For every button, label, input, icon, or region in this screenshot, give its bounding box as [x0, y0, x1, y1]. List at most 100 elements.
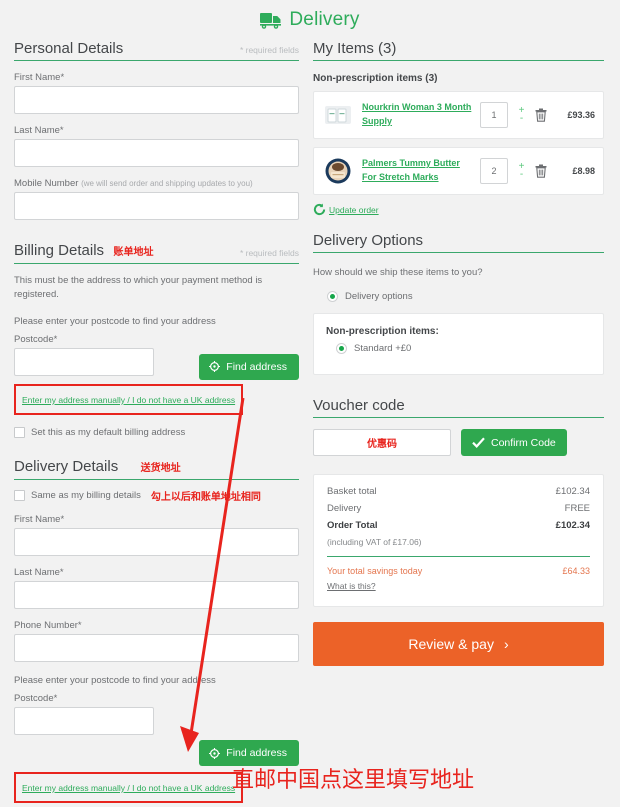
basket-total-value: £102.34 [555, 486, 590, 498]
order-total-label: Order Total [327, 520, 378, 532]
standard-delivery-label: Standard +£0 [354, 343, 412, 355]
right-column: My Items (3) Non-prescription items (3) … [313, 40, 604, 807]
chevron-right-icon: › [503, 636, 509, 653]
personal-mobile-number-input[interactable] [14, 192, 299, 220]
delivery-last-name-input[interactable] [14, 580, 299, 609]
review-and-pay-label: Review & pay [408, 636, 494, 653]
same-as-billing-annotation: 勾上以后和账单地址相同 [150, 491, 261, 503]
delivery-method-row[interactable]: Standard +£0 [336, 343, 591, 355]
delivery-options-header: Delivery Options [313, 232, 604, 253]
delivery-options-radio-label: Delivery options [345, 291, 413, 303]
qty-decrease-icon[interactable]: - [520, 170, 523, 180]
delivery-title-group: Delivery Details 送货地址 [14, 458, 181, 476]
personal-last-name-input[interactable] [14, 139, 299, 167]
delivery-find-address-label: Find address [226, 747, 287, 759]
delivery-phone-input[interactable] [14, 633, 299, 662]
delivery-find-address-button[interactable]: Find address [199, 740, 299, 766]
personal-first-name-input[interactable] [14, 86, 299, 114]
qty-decrease-icon[interactable]: - [520, 114, 523, 124]
delivery-phone-label: Phone Number* [14, 619, 82, 631]
billing-default-checkbox-row[interactable]: Set this as my default billing address [14, 426, 299, 438]
delivery-first-name-input[interactable] [14, 527, 299, 556]
cart-item-name[interactable]: Nourkrin Woman 3 Month Supply [362, 101, 472, 129]
cart-item-qty-stepper[interactable]: + - [516, 106, 527, 124]
target-icon [209, 361, 221, 373]
personal-required-note: * required fields [239, 45, 299, 55]
billing-details-header: Billing Details 账单地址 * required fields [14, 242, 299, 264]
non-prescription-items-subtitle: Non-prescription items (3) [313, 73, 438, 84]
order-total-value: £102.34 [555, 520, 590, 532]
update-order-link[interactable]: Update order [329, 205, 379, 215]
delivery-total-label: Delivery [327, 503, 362, 515]
savings-row: Your total savings today £64.33 [327, 566, 590, 576]
mobile-number-label-text: Mobile Number [14, 178, 79, 189]
billing-postcode-prompt: Please enter your postcode to find your … [14, 315, 216, 327]
last-name-label: Last Name* [14, 125, 299, 136]
page-header: Delivery [0, 0, 620, 40]
last-name-label-text: Last Name* [14, 125, 64, 136]
cart-item: Nourkrin Woman 3 Month Supply 1 + - £93.… [313, 91, 604, 139]
order-totals-panel: Basket total £102.34 Delivery FREE Order… [313, 474, 604, 608]
billing-default-checkbox[interactable] [14, 426, 25, 438]
cart-item-qty-input[interactable]: 2 [480, 158, 508, 184]
billing-manual-link-highlight: Enter my address manually / I do not hav… [14, 383, 244, 415]
delivery-postcode-label: Postcode* [14, 693, 58, 704]
cart-item-name[interactable]: Palmers Tummy Butter For Stretch Marks [362, 157, 472, 185]
billing-default-checkbox-label: Set this as my default billing address [31, 426, 186, 438]
voucher-header: Voucher code [313, 397, 604, 419]
delete-item-icon[interactable] [535, 164, 547, 178]
delivery-postcode-input[interactable] [14, 707, 154, 735]
delivery-details-header: Delivery Details 送货地址 [14, 458, 299, 480]
billing-find-address-button[interactable]: Find address [199, 353, 299, 380]
delivery-manual-address-link[interactable]: Enter my address manually / I do not hav… [22, 783, 235, 793]
same-as-billing-row[interactable]: Same as my billing details 勾上以后和账单地址相同 [14, 488, 299, 503]
savings-label: Your total savings today [327, 566, 423, 577]
vat-note: (including VAT of £17.06) [327, 537, 422, 548]
confirm-code-button[interactable]: Confirm Code [461, 429, 567, 457]
voucher-code-input[interactable]: 优惠码 [313, 429, 451, 457]
same-as-billing-checkbox[interactable] [14, 489, 25, 501]
delivery-options-title: Delivery Options [313, 232, 424, 249]
delivery-details-title: Delivery Details [14, 457, 119, 475]
left-column: Personal Details * required fields First… [14, 40, 299, 807]
cart-item-qty-input[interactable]: 1 [480, 102, 508, 128]
billing-postcode-input[interactable] [14, 347, 154, 376]
savings-value: £64.33 [562, 566, 590, 577]
billing-required-note: * required fields [239, 248, 299, 258]
billing-details-title: Billing Details [14, 242, 105, 259]
totals-divider [327, 556, 590, 558]
review-and-pay-button[interactable]: Review & pay › [313, 622, 604, 667]
truck-icon [260, 12, 282, 29]
cart-item-qty-stepper[interactable]: + - [516, 162, 527, 180]
voucher-annotation: 优惠码 [367, 439, 397, 451]
voucher-title: Voucher code [313, 397, 405, 415]
refresh-icon [313, 203, 326, 216]
update-order-row[interactable]: Update order [313, 203, 604, 216]
delivery-method-card: Non-prescription items: Standard +£0 [313, 313, 604, 376]
billing-annotation: 账单地址 [113, 247, 154, 258]
product-thumbnail-icon [325, 158, 351, 184]
delete-item-icon[interactable] [535, 108, 547, 122]
standard-delivery-radio[interactable] [336, 343, 347, 355]
order-total-row: Order Total £102.34 [327, 520, 590, 531]
mobile-number-hint: (we will send order and shipping updates… [81, 179, 253, 188]
delivery-options-radio-row[interactable]: Delivery options [327, 291, 604, 303]
check-icon [472, 437, 485, 449]
personal-details-title: Personal Details [14, 40, 124, 57]
target-icon [209, 747, 221, 759]
cart-item: Palmers Tummy Butter For Stretch Marks 2… [313, 147, 604, 195]
my-items-header: My Items (3) [313, 40, 604, 61]
first-name-label-text: First Name* [14, 72, 65, 83]
voucher-row: 优惠码 Confirm Code [313, 429, 604, 457]
cart-item-price: £93.36 [567, 110, 595, 120]
billing-title-group: Billing Details 账单地址 [14, 242, 154, 260]
delivery-options-radio[interactable] [327, 291, 338, 303]
billing-manual-address-link[interactable]: Enter my address manually / I do not hav… [22, 395, 235, 405]
delivery-annotation: 送货地址 [140, 462, 181, 474]
basket-total-label: Basket total [327, 486, 377, 498]
what-is-this-link[interactable]: What is this? [327, 581, 376, 591]
my-items-title: My Items (3) [313, 40, 397, 57]
billing-note: This must be the address to which your p… [14, 275, 263, 301]
first-name-label: First Name* [14, 72, 299, 83]
mobile-number-label: Mobile Number (we will send order and sh… [14, 178, 299, 189]
